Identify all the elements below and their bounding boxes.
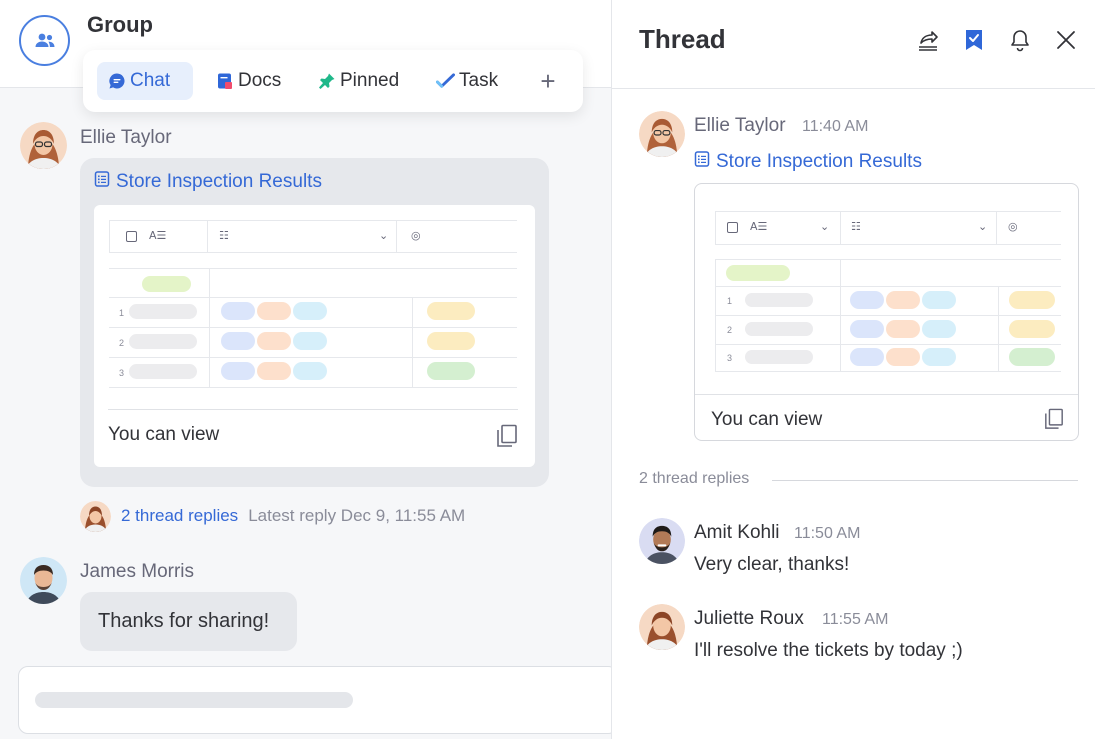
thread-title: Thread [639,24,726,54]
permission-label: You can view [108,424,220,445]
table-preview: A☰ ⌄ ☷ ⌄ ◎ 1 2 3 [715,211,1061,381]
avatar-juliette-roux[interactable] [639,604,685,650]
reply-text: I'll resolve the tickets by today ;) [694,640,963,661]
row-number: 1 [727,296,733,306]
thread-replies-link[interactable]: 2 thread replies [121,506,238,526]
message-sender: James Morris [80,561,195,582]
check-icon [436,72,455,91]
group-avatar[interactable] [19,15,70,66]
text-column-icon: A☰ [750,220,768,233]
close-icon[interactable] [1053,26,1079,54]
thread-summary: 2 thread replies Latest reply Dec 9, 11:… [80,500,465,532]
tab-bar: Chat Docs Pinned Task + [83,50,583,112]
composer-placeholder [35,692,353,708]
chat-bubble-icon [107,72,126,91]
share-icon[interactable] [915,26,941,54]
doc-preview-card[interactable]: A☰ ☷ ⌄ ◎ 1 2 3 You can view [94,205,535,467]
message-composer[interactable] [18,666,618,734]
chevron-down-icon: ⌄ [379,229,389,242]
chevron-down-icon: ⌄ [820,220,830,233]
tab-pinned-label: Pinned [340,70,400,91]
reply-sender: Juliette Roux [694,608,804,629]
tab-task-label: Task [459,70,499,91]
thread-original-sender: Ellie Taylor [694,115,786,136]
table-preview: A☰ ☷ ⌄ ◎ 1 2 3 [109,220,517,405]
group-people-icon [35,33,54,47]
tab-task[interactable]: Task [426,62,508,100]
reply-time: 11:55 AM [822,611,889,628]
row-number: 2 [727,325,733,335]
tab-pinned[interactable]: Pinned [307,62,409,100]
docs-icon [215,72,234,91]
chat-pane: Group Chat Docs Pinned Task + Ellie Tayl… [0,0,618,739]
status-column-icon: ◎ [1008,220,1018,233]
status-column-icon: ◎ [411,229,421,242]
list-column-icon: ☷ [219,229,229,242]
row-number: 1 [119,308,125,318]
message-sender: Ellie Taylor [80,127,172,148]
copy-icon[interactable] [496,424,518,453]
thread-doc-link[interactable]: Store Inspection Results [694,151,922,173]
reply-time: 11:50 AM [794,525,861,542]
bell-icon[interactable] [1007,26,1033,54]
thread-doc-link-label: Store Inspection Results [716,151,922,172]
shared-doc-message: Store Inspection Results A☰ ☷ ⌄ ◎ 1 2 3 … [80,158,549,487]
reply-text: Very clear, thanks! [694,554,850,575]
group-title: Group [87,12,153,37]
avatar-ellie-taylor[interactable] [639,111,685,157]
message-bubble: Thanks for sharing! [80,592,297,651]
doc-link-label: Store Inspection Results [116,171,322,192]
permission-label: You can view [711,409,823,430]
bookmark-icon[interactable] [961,26,987,54]
row-number: 3 [119,368,125,378]
tab-chat[interactable]: Chat [97,62,193,100]
thread-panel: Thread Ellie Taylor 11:40 AM Store Inspe… [611,0,1095,739]
latest-reply-time: Latest reply Dec 9, 11:55 AM [248,506,466,525]
reply-sender: Amit Kohli [694,522,780,543]
doc-list-icon [94,171,110,193]
avatar-james-morris[interactable] [20,557,67,604]
list-column-icon: ☷ [851,220,861,233]
add-tab-button[interactable]: + [531,64,565,98]
tab-docs-label: Docs [238,70,282,91]
row-number: 3 [727,353,733,363]
avatar-ellie-taylor[interactable] [20,122,67,169]
thread-replies-count: 2 thread replies [639,470,750,487]
thread-replies-divider [772,480,1078,481]
chevron-down-icon: ⌄ [978,220,988,233]
thread-doc-preview-card[interactable]: A☰ ⌄ ☷ ⌄ ◎ 1 2 3 You can view [694,183,1079,441]
copy-icon[interactable] [1044,408,1064,435]
text-column-icon: A☰ [149,229,167,242]
doc-list-icon [694,151,710,173]
checkbox-icon [727,222,738,233]
doc-link[interactable]: Store Inspection Results [94,171,322,193]
reply-avatar [80,500,111,532]
avatar-amit-kohli[interactable] [639,518,685,564]
tab-docs[interactable]: Docs [205,62,291,100]
tab-chat-label: Chat [130,70,171,91]
thread-original-time: 11:40 AM [802,118,869,135]
row-number: 2 [119,338,125,348]
pin-icon [317,72,336,91]
checkbox-icon [126,231,137,242]
thread-header-divider [612,88,1095,89]
